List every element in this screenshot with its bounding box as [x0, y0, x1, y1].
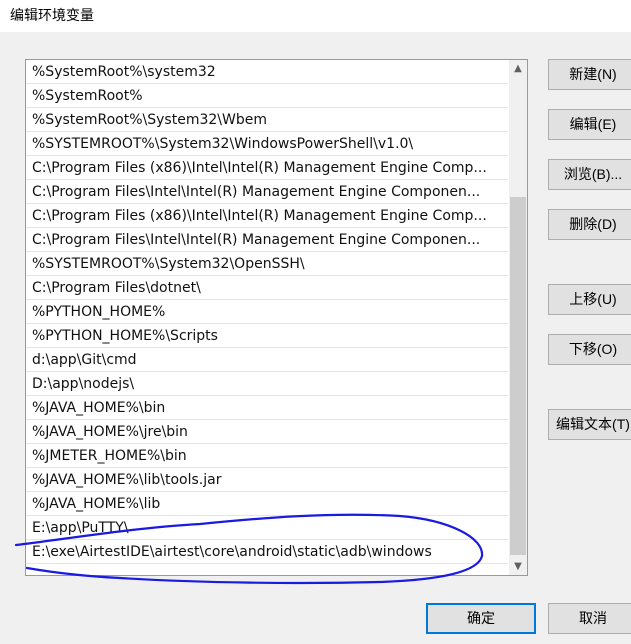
scrollbar-thumb[interactable]	[510, 197, 526, 555]
new-button[interactable]: 新建(N)	[548, 59, 631, 90]
path-list-item[interactable]: %SYSTEMROOT%\System32\OpenSSH\	[26, 252, 508, 276]
scroll-down-arrow-icon[interactable]: ▼	[509, 558, 527, 575]
path-list-item[interactable]: C:\Program Files (x86)\Intel\Intel(R) Ma…	[26, 204, 508, 228]
path-list-item[interactable]: %SystemRoot%\system32	[26, 60, 508, 84]
move-down-button[interactable]: 下移(O)	[548, 334, 631, 365]
path-list-item[interactable]: C:\Program Files\Intel\Intel(R) Manageme…	[26, 180, 508, 204]
path-list-item[interactable]: %PYTHON_HOME%\Scripts	[26, 324, 508, 348]
path-list-item[interactable]: %PYTHON_HOME%	[26, 300, 508, 324]
path-list: %SystemRoot%\system32 %SystemRoot% %System…	[26, 60, 508, 564]
path-list-item[interactable]: %JAVA_HOME%\jre\bin	[26, 420, 508, 444]
move-up-button[interactable]: 上移(U)	[548, 284, 631, 315]
path-list-item[interactable]: %SYSTEMROOT%\System32\WindowsPowerShell\…	[26, 132, 508, 156]
path-list-item[interactable]: %JAVA_HOME%\bin	[26, 396, 508, 420]
path-list-item[interactable]: D:\app\nodejs\	[26, 372, 508, 396]
path-list-item[interactable]: %JAVA_HOME%\lib	[26, 492, 508, 516]
path-list-item[interactable]: %SystemRoot%\System32\Wbem	[26, 108, 508, 132]
path-listbox[interactable]: %SystemRoot%\system32 %SystemRoot% %System…	[25, 59, 528, 576]
path-list-item[interactable]: %JMETER_HOME%\bin	[26, 444, 508, 468]
cancel-button[interactable]: 取消	[548, 603, 631, 634]
window-title: 编辑环境变量	[10, 8, 94, 24]
browse-button[interactable]: 浏览(B)...	[548, 159, 631, 190]
path-list-item[interactable]: %SystemRoot%	[26, 84, 508, 108]
path-list-item[interactable]: E:\app\PuTTY\	[26, 516, 508, 540]
delete-button[interactable]: 删除(D)	[548, 209, 631, 240]
scroll-up-arrow-icon[interactable]: ▲	[509, 60, 527, 77]
path-list-item[interactable]: C:\Program Files (x86)\Intel\Intel(R) Ma…	[26, 156, 508, 180]
edit-button[interactable]: 编辑(E)	[548, 109, 631, 140]
ok-button[interactable]: 确定	[426, 603, 536, 634]
path-list-item[interactable]: %JAVA_HOME%\lib\tools.jar	[26, 468, 508, 492]
edit-text-button[interactable]: 编辑文本(T)	[548, 409, 631, 440]
path-list-item[interactable]: d:\app\Git\cmd	[26, 348, 508, 372]
title-bar: 编辑环境变量	[0, 0, 631, 32]
vertical-scrollbar[interactable]: ▲ ▼	[509, 60, 527, 575]
path-list-item[interactable]: C:\Program Files\dotnet\	[26, 276, 508, 300]
path-list-item[interactable]: E:\exe\AirtestIDE\airtest\core\android\s…	[26, 540, 508, 564]
path-list-item[interactable]: C:\Program Files\Intel\Intel(R) Manageme…	[26, 228, 508, 252]
